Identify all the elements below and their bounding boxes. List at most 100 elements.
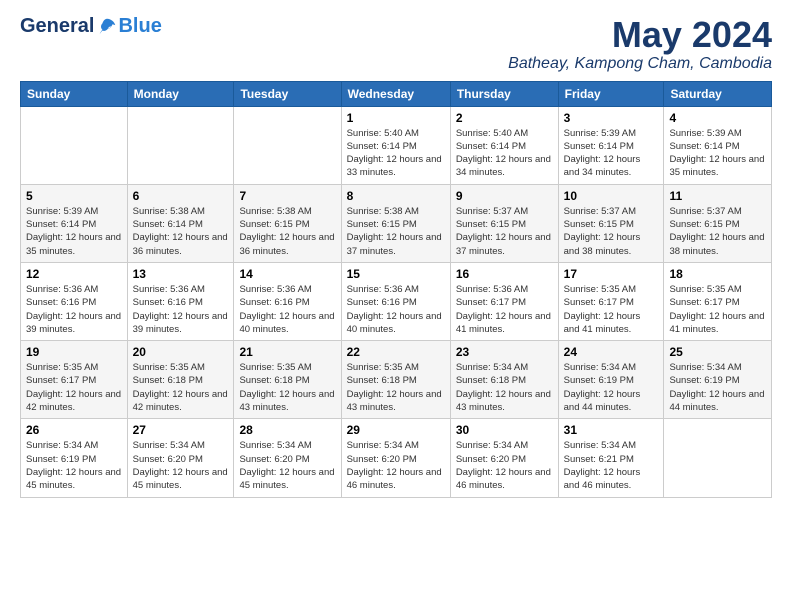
logo-text: General Blue xyxy=(20,15,162,38)
calendar-week-4: 19 Sunrise: 5:35 AMSunset: 6:17 PMDayligh… xyxy=(21,341,772,419)
day-number: 26 xyxy=(26,423,122,437)
day-number: 29 xyxy=(347,423,445,437)
table-row: 25 Sunrise: 5:34 AMSunset: 6:19 PMDayligh… xyxy=(664,341,772,419)
day-number: 7 xyxy=(239,189,335,203)
table-row: 29 Sunrise: 5:34 AMSunset: 6:20 PMDayligh… xyxy=(341,419,450,497)
day-number: 19 xyxy=(26,345,122,359)
table-row: 11Sunrise: 5:37 AMSunset: 6:15 PMDayligh… xyxy=(664,184,772,262)
day-info: Sunrise: 5:35 AMSunset: 6:17 PMDaylight:… xyxy=(669,283,766,336)
day-info: Sunrise: 5:38 AMSunset: 6:15 PMDaylight:… xyxy=(239,205,335,258)
day-info: Sunrise: 5:36 AMSunset: 6:16 PMDaylight:… xyxy=(239,283,335,336)
table-row xyxy=(234,106,341,184)
table-row: 5Sunrise: 5:39 AMSunset: 6:14 PMDaylight… xyxy=(21,184,128,262)
table-row: 21 Sunrise: 5:35 AMSunset: 6:18 PMDayligh… xyxy=(234,341,341,419)
day-number: 17 xyxy=(564,267,659,281)
day-number: 3 xyxy=(564,111,659,125)
calendar-week-2: 5Sunrise: 5:39 AMSunset: 6:14 PMDaylight… xyxy=(21,184,772,262)
calendar-week-1: 1Sunrise: 5:40 AMSunset: 6:14 PMDaylight… xyxy=(21,106,772,184)
day-number: 14 xyxy=(239,267,335,281)
header-row: Sunday Monday Tuesday Wednesday Thursday… xyxy=(21,81,772,106)
header-friday: Friday xyxy=(558,81,664,106)
table-row: 23Sunrise: 5:34 AMSunset: 6:18 PMDayligh… xyxy=(450,341,558,419)
day-info: Sunrise: 5:34 AMSunset: 6:20 PMDaylight:… xyxy=(133,439,229,492)
table-row: 6 Sunrise: 5:38 AMSunset: 6:14 PMDaylight… xyxy=(127,184,234,262)
day-number: 16 xyxy=(456,267,553,281)
table-row: 14 Sunrise: 5:36 AMSunset: 6:16 PMDayligh… xyxy=(234,262,341,340)
day-info: Sunrise: 5:35 AMSunset: 6:17 PMDaylight:… xyxy=(26,361,122,414)
day-number: 20 xyxy=(133,345,229,359)
day-number: 25 xyxy=(669,345,766,359)
day-info: Sunrise: 5:37 AMSunset: 6:15 PMDaylight:… xyxy=(456,205,553,258)
day-info: Sunrise: 5:39 AMSunset: 6:14 PMDaylight:… xyxy=(669,127,766,180)
table-row: 19 Sunrise: 5:35 AMSunset: 6:17 PMDayligh… xyxy=(21,341,128,419)
table-row: 31 Sunrise: 5:34 AMSunset: 6:21 PMDayligh… xyxy=(558,419,664,497)
day-info: Sunrise: 5:36 AMSunset: 6:16 PMDaylight:… xyxy=(347,283,445,336)
day-info: Sunrise: 5:36 AMSunset: 6:16 PMDaylight:… xyxy=(26,283,122,336)
day-number: 24 xyxy=(564,345,659,359)
day-info: Sunrise: 5:39 AMSunset: 6:14 PMDaylight:… xyxy=(26,205,122,258)
table-row: 20 Sunrise: 5:35 AMSunset: 6:18 PMDayligh… xyxy=(127,341,234,419)
table-row: 16Sunrise: 5:36 AMSunset: 6:17 PMDayligh… xyxy=(450,262,558,340)
day-info: Sunrise: 5:35 AMSunset: 6:17 PMDaylight:… xyxy=(564,283,659,336)
table-row: 13 Sunrise: 5:36 AMSunset: 6:16 PMDayligh… xyxy=(127,262,234,340)
day-info: Sunrise: 5:35 AMSunset: 6:18 PMDaylight:… xyxy=(239,361,335,414)
day-number: 10 xyxy=(564,189,659,203)
table-row: 8Sunrise: 5:38 AMSunset: 6:15 PMDaylight… xyxy=(341,184,450,262)
day-number: 31 xyxy=(564,423,659,437)
table-row: 24Sunrise: 5:34 AMSunset: 6:19 PMDayligh… xyxy=(558,341,664,419)
day-number: 6 xyxy=(133,189,229,203)
table-row: 4Sunrise: 5:39 AMSunset: 6:14 PMDaylight… xyxy=(664,106,772,184)
day-info: Sunrise: 5:37 AMSunset: 6:15 PMDaylight:… xyxy=(564,205,659,258)
header-wednesday: Wednesday xyxy=(341,81,450,106)
day-info: Sunrise: 5:36 AMSunset: 6:16 PMDaylight:… xyxy=(133,283,229,336)
table-row: 7 Sunrise: 5:38 AMSunset: 6:15 PMDaylight… xyxy=(234,184,341,262)
day-info: Sunrise: 5:34 AMSunset: 6:21 PMDaylight:… xyxy=(564,439,659,492)
day-info: Sunrise: 5:35 AMSunset: 6:18 PMDaylight:… xyxy=(347,361,445,414)
day-number: 11 xyxy=(669,189,766,203)
header-tuesday: Tuesday xyxy=(234,81,341,106)
calendar-week-3: 12Sunrise: 5:36 AMSunset: 6:16 PMDayligh… xyxy=(21,262,772,340)
table-row: 30Sunrise: 5:34 AMSunset: 6:20 PMDayligh… xyxy=(450,419,558,497)
day-number: 27 xyxy=(133,423,229,437)
table-row: 18Sunrise: 5:35 AMSunset: 6:17 PMDayligh… xyxy=(664,262,772,340)
day-number: 28 xyxy=(239,423,335,437)
location-title: Batheay, Kampong Cham, Cambodia xyxy=(508,55,772,73)
calendar-week-5: 26 Sunrise: 5:34 AMSunset: 6:19 PMDayligh… xyxy=(21,419,772,497)
day-number: 13 xyxy=(133,267,229,281)
day-number: 1 xyxy=(347,111,445,125)
logo: General Blue xyxy=(20,15,162,38)
table-row: 10 Sunrise: 5:37 AMSunset: 6:15 PMDayligh… xyxy=(558,184,664,262)
day-info: Sunrise: 5:35 AMSunset: 6:18 PMDaylight:… xyxy=(133,361,229,414)
table-row: 26 Sunrise: 5:34 AMSunset: 6:19 PMDayligh… xyxy=(21,419,128,497)
header-monday: Monday xyxy=(127,81,234,106)
table-row xyxy=(21,106,128,184)
table-row: 28 Sunrise: 5:34 AMSunset: 6:20 PMDayligh… xyxy=(234,419,341,497)
title-area: May 2024 Batheay, Kampong Cham, Cambodia xyxy=(508,15,772,73)
day-number: 2 xyxy=(456,111,553,125)
logo-blue: Blue xyxy=(118,15,161,38)
logo-general: General xyxy=(20,15,94,38)
day-number: 9 xyxy=(456,189,553,203)
table-row: 2Sunrise: 5:40 AMSunset: 6:14 PMDaylight… xyxy=(450,106,558,184)
day-info: Sunrise: 5:34 AMSunset: 6:20 PMDaylight:… xyxy=(239,439,335,492)
day-info: Sunrise: 5:34 AMSunset: 6:19 PMDaylight:… xyxy=(26,439,122,492)
table-row: 22 Sunrise: 5:35 AMSunset: 6:18 PMDayligh… xyxy=(341,341,450,419)
day-info: Sunrise: 5:34 AMSunset: 6:19 PMDaylight:… xyxy=(669,361,766,414)
table-row: 1Sunrise: 5:40 AMSunset: 6:14 PMDaylight… xyxy=(341,106,450,184)
day-number: 22 xyxy=(347,345,445,359)
day-number: 15 xyxy=(347,267,445,281)
day-number: 30 xyxy=(456,423,553,437)
calendar-table: Sunday Monday Tuesday Wednesday Thursday… xyxy=(20,81,772,498)
page: General Blue May 2024 Batheay, Kampong C… xyxy=(0,0,792,513)
day-number: 21 xyxy=(239,345,335,359)
day-info: Sunrise: 5:38 AMSunset: 6:15 PMDaylight:… xyxy=(347,205,445,258)
header-thursday: Thursday xyxy=(450,81,558,106)
day-info: Sunrise: 5:38 AMSunset: 6:14 PMDaylight:… xyxy=(133,205,229,258)
table-row: 12Sunrise: 5:36 AMSunset: 6:16 PMDayligh… xyxy=(21,262,128,340)
table-row: 15 Sunrise: 5:36 AMSunset: 6:16 PMDayligh… xyxy=(341,262,450,340)
month-title: May 2024 xyxy=(508,15,772,55)
header: General Blue May 2024 Batheay, Kampong C… xyxy=(20,15,772,73)
table-row: 17 Sunrise: 5:35 AMSunset: 6:17 PMDayligh… xyxy=(558,262,664,340)
table-row xyxy=(127,106,234,184)
day-info: Sunrise: 5:34 AMSunset: 6:20 PMDaylight:… xyxy=(347,439,445,492)
